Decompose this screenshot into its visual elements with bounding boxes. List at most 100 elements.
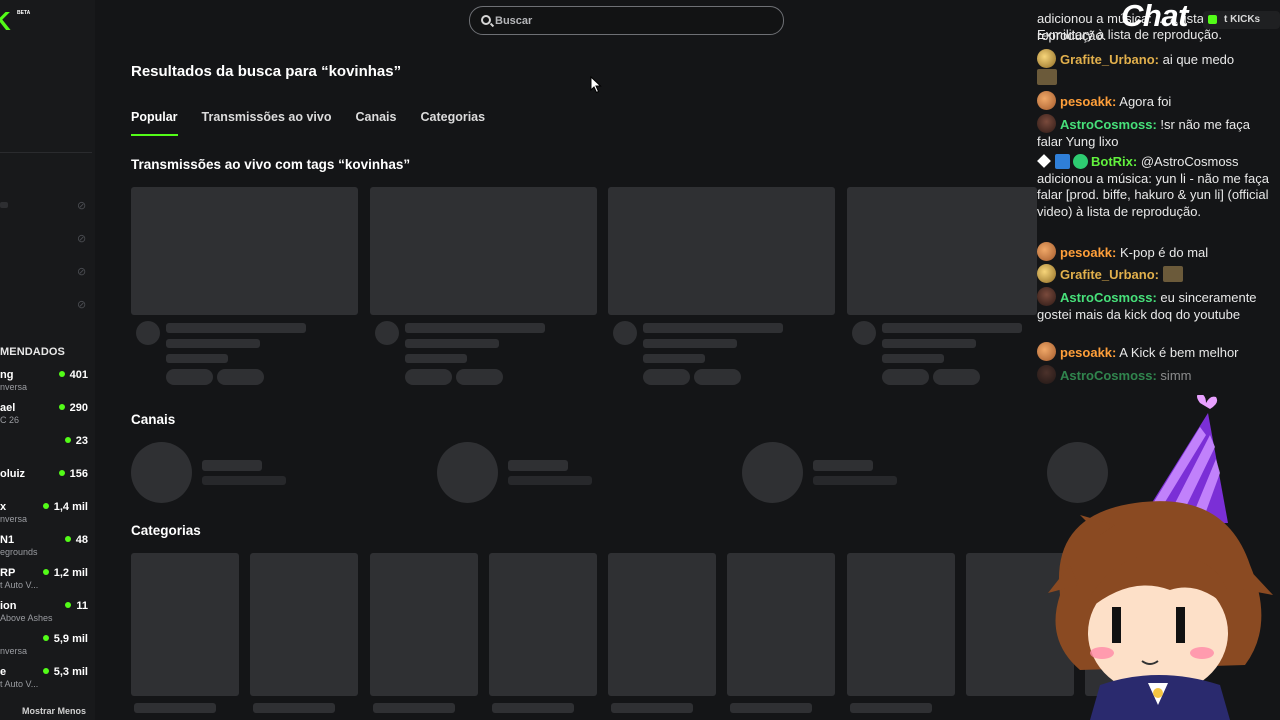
tag-placeholder [405,369,452,385]
recommended-channel[interactable]: x nversa 1,4 mil [0,501,92,531]
message-text: Agora foi [1116,94,1172,109]
text-placeholder [643,323,783,333]
chat-username: Grafite_Urbano [1060,267,1155,282]
viewer-count: 11 [65,600,88,612]
mute-icon: ⊘ [77,299,87,311]
viewer-count: 5,9 mil [43,633,88,645]
followed-channel-offline[interactable]: ⊘ [0,199,95,213]
thumbnail-placeholder [847,187,1037,315]
text-placeholder [405,323,545,333]
tab-channels[interactable]: Canais [355,110,396,136]
message-text: A Kick é bem melhor [1116,345,1239,360]
avatar-placeholder [613,321,637,345]
thumbnail-placeholder [847,553,955,696]
streamer-mascot-avatar [1048,395,1273,720]
channel-category: t Auto V... [0,580,39,590]
search-bar[interactable] [469,6,784,35]
chat-message: AstroCosmoss: eu sinceramente gostei mai… [1037,287,1277,323]
chat-message: pesoakk: K-pop é do mal [1037,242,1277,262]
recommended-channel[interactable]: ng nversa 401 [0,369,92,399]
tag-placeholder [933,369,980,385]
results-tabs: Popular Transmissões ao vivo Canais Cate… [131,110,485,138]
text-placeholder [882,339,976,348]
tag-placeholder [166,369,213,385]
channel-category: egrounds [0,547,38,557]
channel-name: oluiz [0,468,26,480]
thumbnail-placeholder [608,553,716,696]
chat-username: AstroCosmoss [1060,368,1153,383]
followed-channel-offline[interactable]: ⊘ [0,298,95,312]
live-streams-heading: Transmissões ao vivo com tags “kovinhas” [131,157,411,172]
mute-icon: ⊘ [77,266,87,278]
channel-name: x [0,501,7,513]
show-less-button[interactable]: Mostrar Menos [22,706,86,716]
verified-badge-icon [1073,154,1088,169]
chat-username: BotRix [1091,154,1133,169]
emote-icon [1162,266,1183,282]
chat-message: AstroCosmoss: simm [1037,365,1277,385]
avatar-placeholder [742,442,803,503]
tag-placeholder [456,369,503,385]
text-placeholder [166,354,228,363]
search-input[interactable] [495,12,775,30]
recommended-channel[interactable]: 23 [0,435,92,465]
kick-logo-icon [1208,15,1217,24]
mouse-cursor-icon [590,76,602,94]
recommended-channel[interactable]: oluiz 156 [0,468,92,498]
moderator-badge-icon [1055,154,1070,169]
chat-message: pesoakk: Agora foi [1037,91,1277,111]
channel-name: N1 [0,534,15,546]
avatar-placeholder [375,321,399,345]
viewer-count: 156 [59,468,88,480]
categories-heading: Categorias [131,523,201,538]
text-placeholder [134,703,216,713]
thumbnail-placeholder [489,553,597,696]
kick-logo[interactable]: K [0,6,11,37]
text-placeholder [882,354,944,363]
viewer-count: 401 [59,369,88,381]
text-placeholder [508,476,592,485]
recommended-channel[interactable]: ion Above Ashes 11 [0,600,92,630]
tab-live-streams[interactable]: Transmissões ao vivo [202,110,332,136]
text-placeholder [405,354,467,363]
avatar-placeholder [852,321,876,345]
text-placeholder [730,703,812,713]
message-text: simm [1156,368,1192,383]
user-avatar-icon [1037,49,1056,68]
text-placeholder [611,703,693,713]
tab-categories[interactable]: Categorias [420,110,485,136]
recommended-channel[interactable]: N1 egrounds 48 [0,534,92,564]
avatar-placeholder [131,442,192,503]
recommended-channel[interactable]: ael C 26 290 [0,402,92,432]
followed-channel-offline[interactable]: ⊘ [0,265,95,279]
message-text: @AstroCosmoss adicionou a música: yun li… [1037,154,1269,219]
text-placeholder [202,476,286,485]
recommended-channel[interactable]: RP t Auto V... 1,2 mil [0,567,92,597]
viewer-count: 5,3 mil [43,666,88,678]
channel-category: C 26 [0,415,20,425]
recommended-channel[interactable]: nversa 5,9 mil [0,633,92,663]
channel-category: nversa [0,382,28,392]
sidebar-nav-icon[interactable] [0,124,4,132]
channel-category: Above Ashes [0,613,53,623]
kicks-label: t KICKs [1224,14,1261,25]
text-placeholder [882,323,1022,333]
followed-channel-offline[interactable]: ⊘ [0,232,95,246]
chat-username: Grafite_Urbano [1060,52,1155,67]
tag-placeholder [643,369,690,385]
message-text: ai que medo [1158,52,1235,67]
channel-name: RP [0,567,16,579]
search-icon [481,15,491,25]
sidebar-divider [0,152,92,153]
thumbnail-placeholder [131,187,358,315]
tag-placeholder [882,369,929,385]
thumbnail-placeholder [370,187,597,315]
avatar-placeholder [136,321,160,345]
text-placeholder [166,339,260,348]
recommended-channel[interactable]: e t Auto V... 5,3 mil [0,666,92,696]
viewer-count: 23 [65,435,88,447]
chat-message: AstroCosmoss: !sr não me faça falar Yung… [1037,114,1277,150]
channel-avatar [0,202,8,208]
kicks-badge: t KICKs [1203,11,1280,29]
tab-popular[interactable]: Popular [131,110,178,136]
